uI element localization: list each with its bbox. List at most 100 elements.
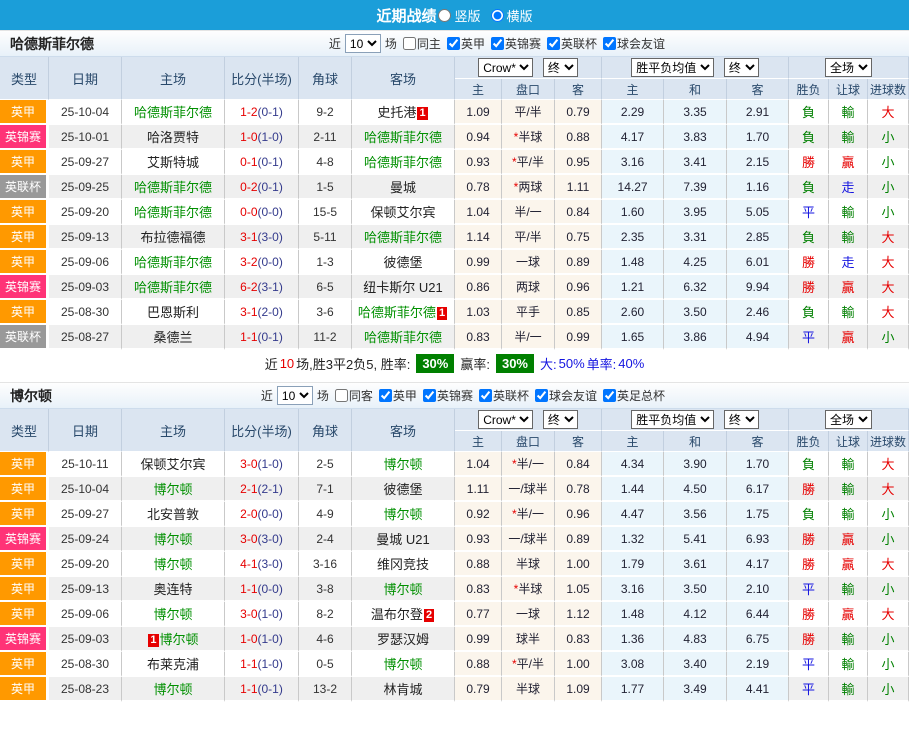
team-link[interactable]: 哈德斯菲尔德 (134, 280, 212, 295)
cell-avg-away: 6.01 (727, 250, 790, 275)
league-checkbox[interactable] (602, 36, 616, 50)
league-filter[interactable]: 球会友谊 (602, 35, 665, 52)
avg-stage-select[interactable]: 终 (723, 58, 759, 77)
team-link[interactable]: 曼城 U21 (376, 532, 429, 547)
cell-corner: 4-6 (299, 627, 352, 652)
full-time-score: 3-0 (240, 606, 258, 621)
team-link[interactable]: 保顿艾尔宾 (370, 205, 435, 220)
league-filter[interactable]: 英锦赛 (490, 35, 541, 52)
scope-select[interactable]: 全场 (825, 58, 873, 77)
team-link[interactable]: 哈德斯菲尔德 (134, 180, 212, 195)
team-link[interactable]: 哈洛贾特 (147, 130, 199, 145)
result-text: 輸 (841, 105, 855, 120)
team-link[interactable]: 博尔顿 (153, 557, 192, 572)
odds-provider-select[interactable]: Crow* (478, 58, 534, 77)
team-link[interactable]: 史托港 (377, 105, 416, 120)
team-link[interactable]: 林肯城 (383, 682, 422, 697)
same-venue-filter[interactable]: 同客 (334, 387, 373, 404)
summary-text: 大: (540, 356, 557, 372)
team-link[interactable]: 博尔顿 (383, 507, 422, 522)
league-checkbox[interactable] (602, 388, 616, 402)
layout-option-vertical[interactable]: 竖版 (438, 6, 481, 25)
league-filter[interactable]: 英锦赛 (422, 387, 473, 404)
cell-score: 0-2(0-1) (225, 175, 299, 200)
league-checkbox[interactable] (490, 36, 504, 50)
league-filter[interactable]: 英足总杯 (602, 387, 665, 404)
league-checkbox[interactable] (446, 36, 460, 50)
team-link[interactable]: 博尔顿 (153, 482, 192, 497)
layout-radio-horizontal[interactable] (490, 8, 504, 22)
result-text: 勝 (802, 632, 816, 647)
avg-type-select[interactable]: 胜平负均值 (631, 58, 715, 77)
odds-stage-select[interactable]: 终 (542, 58, 578, 77)
cell-result-handicap: 輸 (829, 502, 869, 527)
team-link[interactable]: 哈德斯菲尔德 (134, 105, 212, 120)
team-link[interactable]: 博尔顿 (383, 657, 422, 672)
team-link[interactable]: 布莱克浦 (147, 657, 199, 672)
team-link[interactable]: 纽卡斯尔 U21 (363, 280, 442, 295)
team-link[interactable]: 哈德斯菲尔德 (364, 130, 442, 145)
league-checkbox[interactable] (478, 388, 492, 402)
team-link[interactable]: 艾斯特城 (147, 155, 199, 170)
team-link[interactable]: 哈德斯菲尔德 (134, 255, 212, 270)
team-link[interactable]: 哈德斯菲尔德 (134, 205, 212, 220)
league-filter[interactable]: 英甲 (378, 387, 417, 404)
league-filter[interactable]: 英联杯 (478, 387, 529, 404)
team-link[interactable]: 奥连特 (153, 582, 192, 597)
league-filter[interactable]: 英甲 (446, 35, 485, 52)
league-checkbox[interactable] (546, 36, 560, 50)
cell-avg-away: 2.19 (727, 652, 790, 677)
full-time-score: 3-1 (240, 304, 258, 319)
full-time-score: 1-0 (240, 129, 258, 144)
cell-result-handicap: 輸 (829, 627, 869, 652)
team-link[interactable]: 桑德兰 (153, 330, 192, 345)
cell-odds-home: 0.88 (455, 652, 502, 677)
team-link[interactable]: 博尔顿 (160, 632, 199, 647)
team-link[interactable]: 博尔顿 (383, 457, 422, 472)
layout-option-horizontal[interactable]: 横版 (490, 6, 533, 25)
team-link[interactable]: 巴恩斯利 (147, 305, 199, 320)
team-link[interactable]: 哈德斯菲尔德 (358, 305, 436, 320)
recent-games-select[interactable]: 10 (276, 386, 313, 405)
cell-odds-away: 0.83 (555, 627, 603, 652)
cell-avg-home: 3.16 (602, 150, 665, 175)
team-link[interactable]: 哈德斯菲尔德 (364, 155, 442, 170)
team-link[interactable]: 布拉德福德 (140, 230, 205, 245)
result-text: 贏 (841, 280, 855, 295)
team-link[interactable]: 彼德堡 (383, 255, 422, 270)
result-text: 大 (881, 607, 895, 622)
odds-stage-select[interactable]: 终 (542, 410, 578, 429)
team-link[interactable]: 维冈竞技 (377, 557, 429, 572)
odds-provider-select[interactable]: Crow* (478, 410, 534, 429)
league-filter[interactable]: 英联杯 (546, 35, 597, 52)
same-venue-filter[interactable]: 同主 (402, 35, 441, 52)
team-link[interactable]: 博尔顿 (153, 607, 192, 622)
recent-games-select[interactable]: 10 (344, 34, 381, 53)
league-checkbox[interactable] (378, 388, 392, 402)
team-link[interactable]: 彼德堡 (383, 482, 422, 497)
result-text: 贏 (841, 557, 855, 572)
same-venue-checkbox[interactable] (402, 37, 416, 50)
avg-stage-select[interactable]: 终 (723, 410, 759, 429)
team-link[interactable]: 温布尔登 (371, 607, 423, 622)
team-link[interactable]: 曼城 (390, 180, 416, 195)
league-checkbox[interactable] (422, 388, 436, 402)
team-link[interactable]: 罗瑟汉姆 (377, 632, 429, 647)
result-text: 平 (802, 330, 816, 345)
team-link[interactable]: 博尔顿 (153, 682, 192, 697)
layout-radio-vertical[interactable] (438, 8, 452, 22)
league-checkbox[interactable] (534, 388, 548, 402)
league-filter[interactable]: 球会友谊 (534, 387, 597, 404)
team-link[interactable]: 哈德斯菲尔德 (364, 230, 442, 245)
cell-result-goals: 大 (868, 275, 909, 300)
team-link[interactable]: 博尔顿 (383, 582, 422, 597)
team-link[interactable]: 保顿艾尔宾 (140, 457, 205, 472)
same-venue-checkbox[interactable] (334, 389, 348, 402)
team-link[interactable]: 博尔顿 (153, 532, 192, 547)
team-link[interactable]: 哈德斯菲尔德 (364, 330, 442, 345)
scope-select[interactable]: 全场 (825, 410, 873, 429)
cell-home-team: 博尔顿 (122, 552, 225, 577)
team-link[interactable]: 北安普敦 (147, 507, 199, 522)
cell-avg-home: 2.60 (602, 300, 665, 325)
avg-type-select[interactable]: 胜平负均值 (631, 410, 715, 429)
